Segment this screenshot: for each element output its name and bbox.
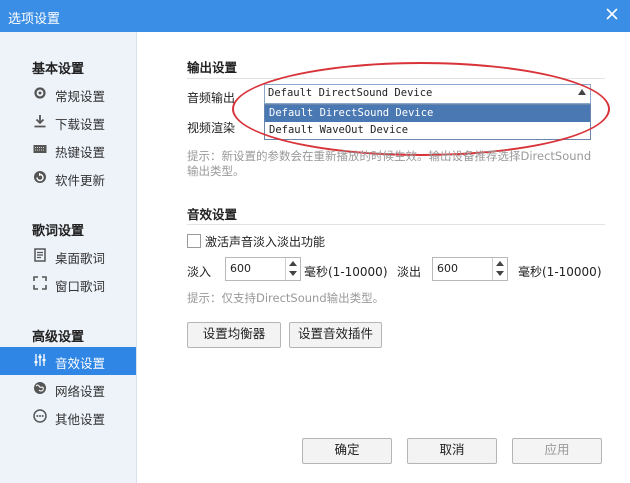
keyboard-icon [33, 145, 47, 153]
sidebar-item-label: 桌面歌词 [55, 251, 106, 266]
sidebar-item-label: 其他设置 [55, 412, 106, 427]
effect-plugin-button[interactable]: 设置音效插件 [289, 322, 382, 348]
sidebar-item-general[interactable]: 常规设置 [0, 80, 136, 108]
sidebar-item-window-lyrics[interactable]: 窗口歌词 [0, 270, 136, 298]
fade-in-spinbox[interactable]: 600 [225, 257, 301, 281]
cancel-button[interactable]: 取消 [407, 438, 497, 464]
ok-button[interactable]: 确定 [302, 438, 392, 464]
divider [187, 224, 605, 225]
fade-in-unit: 毫秒(1-10000) [304, 265, 388, 279]
sidebar-item-label: 音效设置 [55, 356, 106, 371]
close-icon[interactable] [604, 6, 620, 22]
fade-out-unit: 毫秒(1-10000) [518, 265, 602, 279]
sidebar-item-label: 窗口歌词 [55, 279, 106, 294]
output-section-title: 输出设置 [187, 60, 238, 75]
sidebar-item-label: 下载设置 [55, 117, 106, 132]
sidebar-item-network[interactable]: 网络设置 [0, 375, 136, 403]
sidebar-item-label: 常规设置 [55, 89, 106, 104]
sidebar-item-update[interactable]: 软件更新 [0, 164, 136, 192]
update-icon [34, 171, 46, 183]
fade-in-value: 600 [230, 262, 251, 275]
apply-button[interactable]: 应用 [512, 438, 602, 464]
spin-up-icon[interactable] [496, 261, 504, 266]
group-title-lyrics: 歌词设置 [32, 224, 85, 239]
equalizer-icon [34, 354, 46, 366]
network-icon [34, 382, 46, 394]
fade-out-label: 淡出 [397, 265, 422, 279]
equalizer-button[interactable]: 设置均衡器 [187, 322, 281, 348]
fade-checkbox[interactable] [187, 234, 201, 248]
effects-hint: 提示：仅支持DirectSound输出类型。 [187, 291, 385, 305]
sidebar-item-label: 软件更新 [55, 173, 106, 188]
spin-down-icon[interactable] [289, 271, 297, 276]
output-hint: 提示：新设置的参数会在重新播放的时候生效。输出设备推荐选择DirectSound… [187, 149, 592, 178]
desktop-lyrics-icon [34, 248, 46, 262]
sidebar-item-desktop-lyrics[interactable]: 桌面歌词 [0, 242, 136, 270]
sidebar-item-download[interactable]: 下载设置 [0, 108, 136, 136]
spin-up-icon[interactable] [289, 261, 297, 266]
video-render-label: 视频渲染 [187, 121, 236, 135]
annotation-ellipse [232, 62, 610, 156]
fade-checkbox-label: 激活声音淡入淡出功能 [205, 235, 326, 249]
download-icon [34, 115, 46, 128]
sidebar-item-label: 网络设置 [55, 384, 106, 399]
sidebar-item-other[interactable]: 其他设置 [0, 403, 136, 431]
window-lyrics-icon [33, 276, 47, 290]
sidebar-item-label: 热键设置 [55, 145, 106, 160]
sidebar-item-sound-effects[interactable]: 音效设置 [0, 347, 136, 375]
fade-in-label: 淡入 [187, 265, 212, 279]
sidebar-item-hotkeys[interactable]: 热键设置 [0, 136, 136, 164]
title-bar: 选项设置 [0, 0, 630, 32]
sidebar: 基本设置 常规设置 下载设置 热键设置 软件更新 歌词设置 桌面歌词 窗口歌词 … [0, 32, 137, 483]
spin-down-icon[interactable] [496, 271, 504, 276]
window-title: 选项设置 [8, 12, 61, 27]
group-title-basic: 基本设置 [32, 62, 85, 77]
gear-icon [34, 87, 46, 99]
audio-output-label: 音频输出 [187, 91, 236, 105]
effects-section-title: 音效设置 [187, 207, 238, 222]
more-icon [33, 409, 47, 423]
fade-out-spinbox[interactable]: 600 [432, 257, 508, 281]
group-title-advanced: 高级设置 [32, 330, 85, 345]
fade-out-value: 600 [437, 262, 458, 275]
